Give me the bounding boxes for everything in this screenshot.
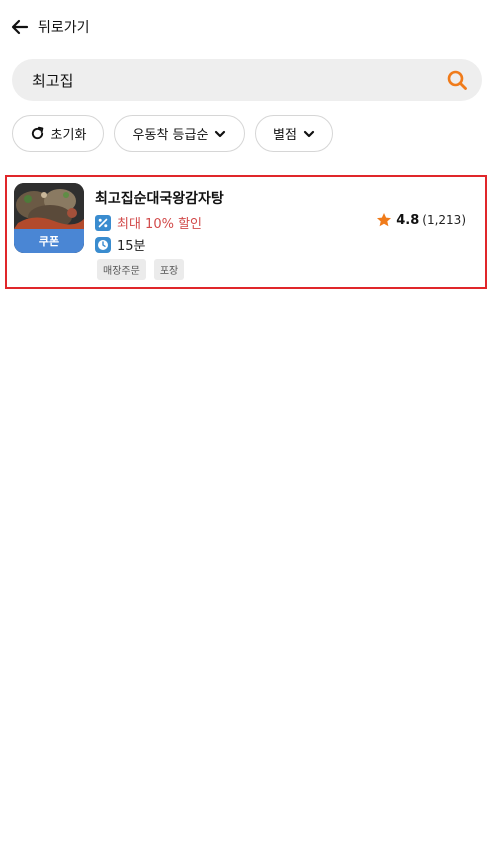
refresh-icon (31, 126, 43, 140)
sort-label: 우동착 등급순 (132, 128, 209, 143)
star-icon (376, 212, 392, 228)
service-tags: 매장주문 포장 (97, 259, 185, 280)
rating-filter-label: 별점 (273, 128, 297, 143)
restaurant-thumbnail: 쿠폰 (14, 183, 84, 253)
back-button[interactable]: 뒤로가기 (10, 14, 90, 40)
rating: 4.8 (1,213) (376, 212, 466, 228)
coupon-badge: 쿠폰 (14, 229, 84, 253)
reset-filter-label: 초기화 (50, 128, 87, 143)
discount-text: 최대 10% 할인 (117, 217, 202, 232)
restaurant-card[interactable]: 쿠폰 최고집순대국왕감자탕 최대 10% 할인 15분 매장주문 포장 4.8 … (5, 175, 487, 289)
review-count: (1,213) (422, 213, 466, 227)
back-label: 뒤로가기 (38, 20, 90, 36)
filter-bar: 초기화 우동착 등급순 별점 (12, 115, 333, 153)
clock-icon (95, 236, 111, 253)
search-bar[interactable]: 최고집 (12, 59, 482, 101)
percent-icon (95, 214, 111, 231)
restaurant-name: 최고집순대국왕감자탕 (95, 191, 224, 207)
search-icon[interactable] (446, 69, 468, 91)
service-tag: 매장주문 (97, 259, 146, 280)
sort-dropdown[interactable]: 우동착 등급순 (114, 115, 245, 152)
discount-info: 최대 10% 할인 (95, 213, 202, 232)
chevron-down-icon (303, 130, 315, 137)
arrow-left-icon (10, 17, 30, 37)
chevron-down-icon (215, 130, 226, 137)
rating-filter-dropdown[interactable]: 별점 (255, 115, 333, 152)
delivery-time: 15분 (117, 239, 146, 254)
service-tag: 포장 (153, 259, 185, 280)
delivery-time-info: 15분 (95, 235, 146, 254)
reset-filter-button[interactable]: 초기화 (12, 115, 104, 152)
search-input[interactable]: 최고집 (32, 70, 446, 91)
rating-value: 4.8 (396, 212, 420, 228)
